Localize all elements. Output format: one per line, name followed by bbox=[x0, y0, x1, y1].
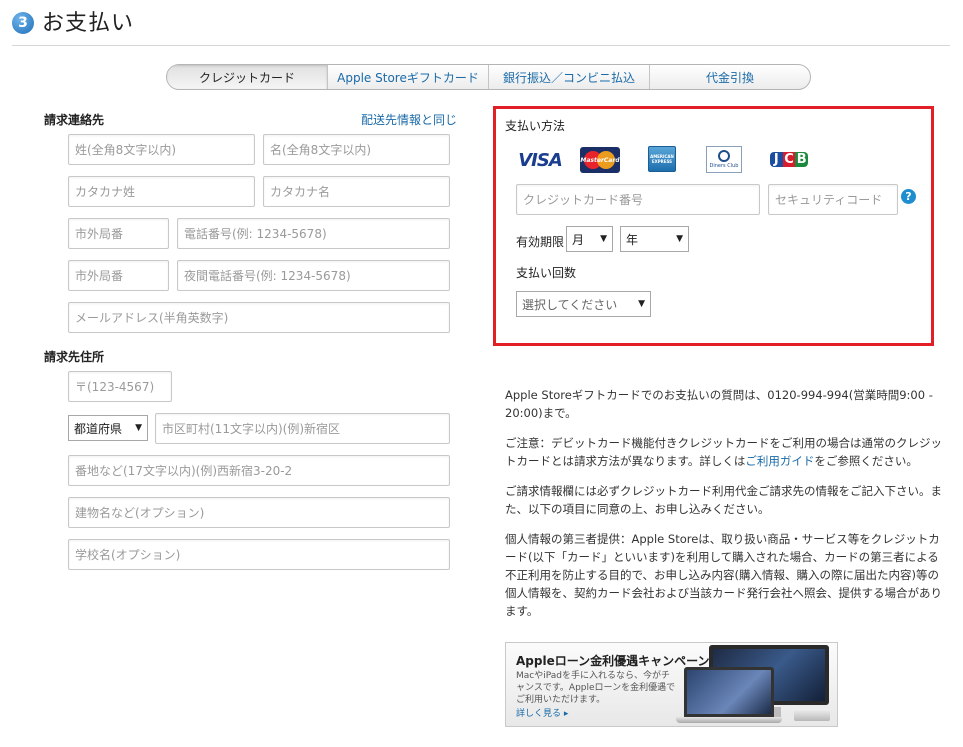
macbook-base-image bbox=[676, 717, 782, 723]
step-header: 3 お支払い bbox=[12, 6, 134, 36]
payment-method-label: 支払い方法 bbox=[505, 119, 566, 133]
mac-mini-image bbox=[794, 709, 830, 721]
installments-label: 支払い回数 bbox=[516, 266, 577, 280]
chevron-down-icon: ▼ bbox=[135, 423, 142, 433]
tab-credit-card[interactable]: クレジットカード bbox=[167, 65, 328, 89]
apple-loan-banner[interactable]: Appleローン金利優遇キャンペーン MacやiPadを手に入れるなら、今がチャ… bbox=[505, 642, 838, 727]
jcb-icon: J C B bbox=[770, 146, 809, 172]
kana-first-name-field[interactable] bbox=[263, 176, 450, 207]
chevron-down-icon: ▼ bbox=[676, 234, 683, 244]
amex-wordmark: AMERICAN EXPRESS bbox=[650, 154, 674, 164]
school-field[interactable] bbox=[68, 539, 450, 570]
tab-gift-card[interactable]: Apple Storeギフトカード bbox=[328, 65, 489, 89]
prefecture-select-value: 都道府県 bbox=[74, 421, 123, 436]
banner-more-link[interactable]: 詳しく見る ▸ bbox=[516, 706, 568, 719]
mastercard-icon: MasterCard bbox=[580, 147, 620, 173]
night-area-code-field[interactable] bbox=[68, 260, 169, 291]
payment-type-tabs: クレジットカード Apple Storeギフトカード 銀行振込／コンビニ払込 代… bbox=[166, 64, 811, 90]
jcb-letter-c: C bbox=[782, 151, 796, 167]
step-number-icon: 3 bbox=[12, 12, 34, 34]
first-name-field[interactable] bbox=[263, 134, 450, 165]
jcb-letter-j: J bbox=[770, 151, 783, 167]
phone-field[interactable] bbox=[177, 218, 450, 249]
banner-title: Appleローン金利優遇キャンペーン bbox=[516, 654, 710, 668]
billing-contact-title: 請求連絡先 bbox=[44, 113, 105, 127]
diners-ring bbox=[718, 150, 730, 162]
banner-body: MacやiPadを手に入れるなら、今がチャンスです。Appleローンを金利優遇で… bbox=[516, 671, 676, 705]
expiry-label: 有効期限 bbox=[516, 235, 565, 249]
debit-note-text-end: をご参照ください。 bbox=[814, 454, 918, 468]
diners-club-icon: Diners Club bbox=[706, 146, 742, 173]
street-field[interactable] bbox=[68, 455, 450, 486]
prefecture-select[interactable]: 都道府県 ▼ bbox=[68, 415, 148, 441]
expiry-month-value: 月 bbox=[572, 232, 585, 247]
header-divider bbox=[12, 45, 950, 46]
same-as-shipping-link[interactable]: 配送先情報と同じ bbox=[361, 111, 457, 128]
installments-select[interactable]: 選択してください ▼ bbox=[516, 291, 651, 317]
billing-address-title: 請求先住所 bbox=[44, 350, 105, 364]
tab-cash-on-delivery[interactable]: 代金引換 bbox=[650, 65, 810, 89]
chevron-down-icon: ▼ bbox=[638, 299, 645, 309]
expiry-year-value: 年 bbox=[626, 232, 639, 247]
help-icon[interactable]: ? bbox=[901, 189, 916, 204]
security-code-field[interactable] bbox=[768, 184, 898, 215]
amex-icon: AMERICAN EXPRESS bbox=[648, 146, 676, 172]
visa-icon: VISA bbox=[518, 149, 563, 171]
billing-info-note: ご請求情報欄には必ずクレジットカード利用代金ご請求先の情報をご記入下さい。また、… bbox=[505, 484, 942, 516]
building-field[interactable] bbox=[68, 497, 450, 528]
last-name-field[interactable] bbox=[68, 134, 255, 165]
gift-card-note: Apple Storeギフトカードでのお支払いの質問は、0120-994-994… bbox=[505, 388, 933, 420]
debit-card-note: ご注意：デビットカード機能付きクレジットカードをご利用の場合は通常のクレジットカ… bbox=[505, 434, 945, 470]
page-title: お支払い bbox=[42, 11, 135, 36]
area-code-field[interactable] bbox=[68, 218, 169, 249]
card-number-field[interactable] bbox=[516, 184, 760, 215]
chevron-down-icon: ▼ bbox=[600, 234, 607, 244]
postal-code-field[interactable] bbox=[68, 371, 172, 402]
city-field[interactable] bbox=[155, 413, 450, 444]
installments-value: 選択してください bbox=[522, 297, 618, 312]
jcb-letter-b: B bbox=[795, 151, 809, 167]
expiry-month-select[interactable]: 月 ▼ bbox=[566, 226, 613, 252]
usage-guide-link[interactable]: ご利用ガイド bbox=[745, 454, 814, 468]
email-field[interactable] bbox=[68, 302, 450, 333]
expiry-year-select[interactable]: 年 ▼ bbox=[620, 226, 689, 252]
privacy-note: 個人情報の第三者提供：Apple Storeは、取り扱い商品・サービス等をクレジ… bbox=[505, 532, 942, 618]
tab-bank-convenience[interactable]: 銀行振込／コンビニ払込 bbox=[489, 65, 650, 89]
diners-wordmark: Diners Club bbox=[709, 163, 739, 169]
macbook-image bbox=[684, 667, 774, 717]
night-phone-field[interactable] bbox=[177, 260, 450, 291]
mastercard-wordmark: MasterCard bbox=[580, 156, 620, 164]
kana-last-name-field[interactable] bbox=[68, 176, 255, 207]
